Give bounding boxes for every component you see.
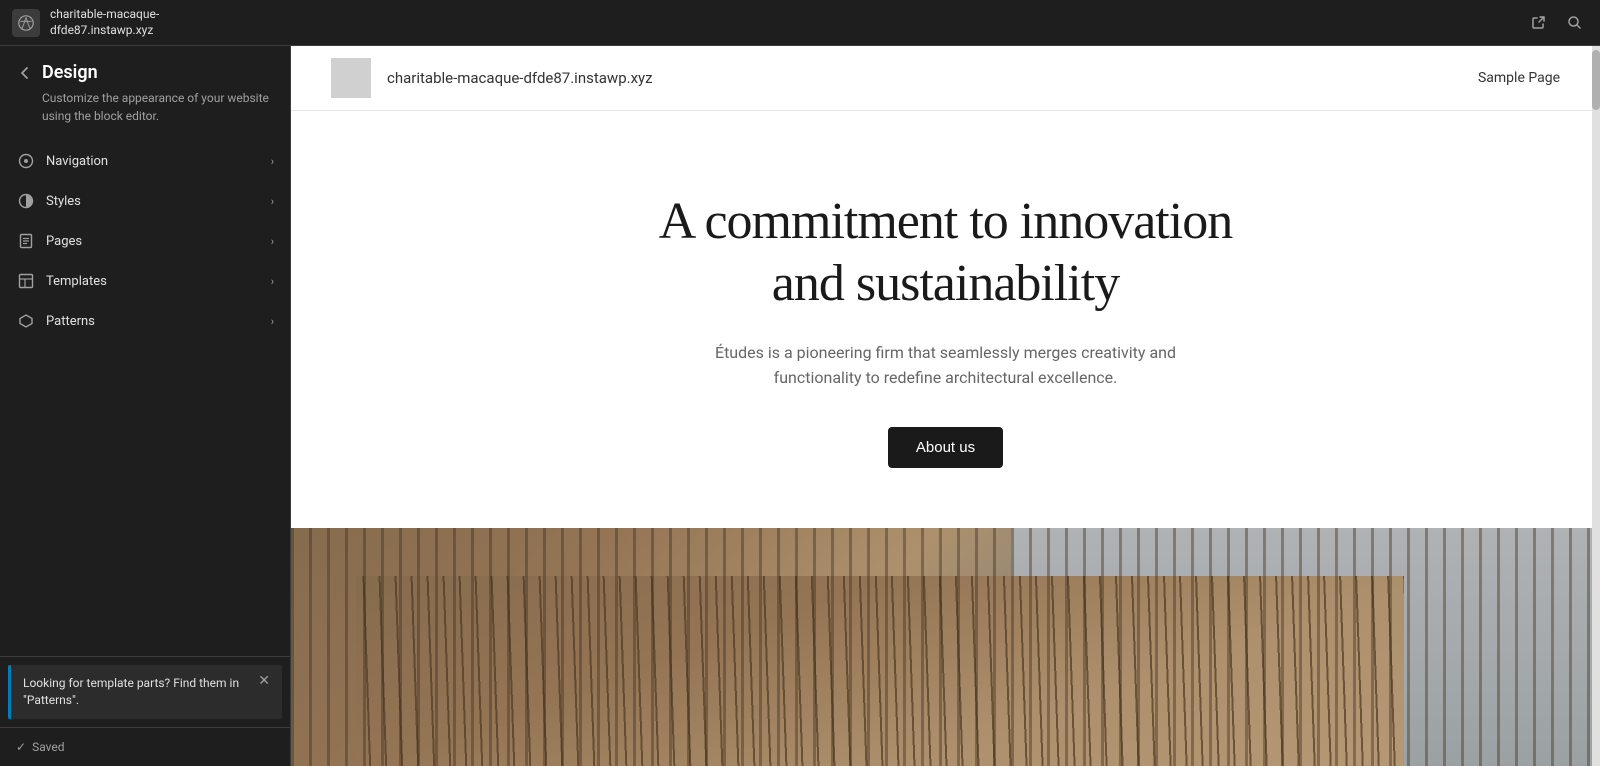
sidebar-title: Design <box>42 62 274 83</box>
preview-area: charitable-macaque-dfde87.instawp.xyz Sa… <box>291 46 1600 766</box>
notification-banner: Looking for template parts? Find them in… <box>8 665 282 719</box>
sidebar-header: Design Customize the appearance of your … <box>0 46 290 133</box>
wp-logo[interactable] <box>12 9 40 37</box>
pages-label: Pages <box>46 234 261 249</box>
site-header: charitable-macaque-dfde87.instawp.xyz Sa… <box>291 46 1600 111</box>
main-layout: Design Customize the appearance of your … <box>0 46 1600 766</box>
templates-chevron: › <box>271 275 274 288</box>
sidebar-divider <box>0 656 290 657</box>
notification-close-button[interactable]: ✕ <box>258 673 270 689</box>
preview-scrollbar[interactable] <box>1592 46 1600 766</box>
building-image <box>291 528 1600 766</box>
top-bar: charitable-macaque-dfde87.instawp.xyz <box>0 0 1600 46</box>
external-link-icon[interactable] <box>1524 9 1552 37</box>
sidebar-description: Customize the appearance of your website… <box>42 89 274 125</box>
patterns-label: Patterns <box>46 314 261 329</box>
site-logo <box>331 58 371 98</box>
sidebar-title-block: Design Customize the appearance of your … <box>42 62 274 125</box>
back-button[interactable] <box>16 64 34 86</box>
sidebar-item-patterns[interactable]: Patterns › <box>0 301 290 341</box>
pages-chevron: › <box>271 235 274 248</box>
sidebar-item-navigation[interactable]: Navigation › <box>0 141 290 181</box>
styles-icon <box>16 191 36 211</box>
notification-text: Looking for template parts? Find them in… <box>23 675 250 709</box>
website-preview: charitable-macaque-dfde87.instawp.xyz Sa… <box>291 46 1600 766</box>
building-overlay <box>291 528 1600 766</box>
site-name-label: charitable-macaque-dfde87.instawp.xyz <box>50 7 1514 38</box>
sidebar-item-templates[interactable]: Templates › <box>0 261 290 301</box>
search-icon[interactable] <box>1560 9 1588 37</box>
sidebar: Design Customize the appearance of your … <box>0 46 291 766</box>
patterns-icon <box>16 311 36 331</box>
navigation-chevron: › <box>271 155 274 168</box>
patterns-chevron: › <box>271 315 274 328</box>
sidebar-nav: Navigation › Styles › <box>0 133 290 656</box>
site-domain: charitable-macaque-dfde87.instawp.xyz <box>387 69 1478 87</box>
navigation-icon <box>16 151 36 171</box>
sidebar-footer: ✓ Saved <box>0 727 290 766</box>
scrollbar-thumb[interactable] <box>1592 50 1600 110</box>
sidebar-item-pages[interactable]: Pages › <box>0 221 290 261</box>
styles-label: Styles <box>46 194 261 209</box>
sidebar-item-styles[interactable]: Styles › <box>0 181 290 221</box>
hero-title: A commitment to innovation and sustainab… <box>331 191 1560 316</box>
hero-section: A commitment to innovation and sustainab… <box>291 111 1600 528</box>
styles-chevron: › <box>271 195 274 208</box>
saved-label: Saved <box>32 740 64 754</box>
saved-check-icon: ✓ <box>16 740 26 754</box>
navigation-label: Navigation <box>46 154 261 169</box>
templates-icon <box>16 271 36 291</box>
hero-subtitle: Études is a pioneering firm that seamles… <box>686 340 1206 391</box>
templates-label: Templates <box>46 274 261 289</box>
hero-cta-button[interactable]: About us <box>888 427 1003 468</box>
sample-page-link[interactable]: Sample Page <box>1478 70 1560 86</box>
pages-icon <box>16 231 36 251</box>
